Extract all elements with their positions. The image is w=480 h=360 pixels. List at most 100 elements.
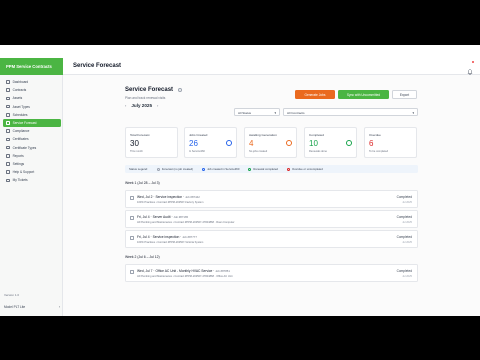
sidebar-item-reports[interactable]: Reports — [3, 152, 61, 160]
job-status: Completed — [396, 269, 412, 273]
job-checkbox[interactable] — [130, 216, 134, 220]
sync-button[interactable]: Sync with Uncommitted — [338, 90, 389, 99]
status-legend: Status Legend: Forecast (no job created)… — [125, 165, 418, 173]
sidebar-item-compliance[interactable]: Compliance — [3, 127, 61, 135]
legend-label: Forecast (no job created) — [161, 167, 194, 171]
job-status: Completed — [396, 215, 412, 219]
job-id-link[interactable]: Job #87165 — [173, 215, 188, 219]
section-title: Service Forecast — [125, 87, 174, 93]
sidebar-item-label: My Tickets — [12, 178, 28, 183]
job-title-text: Fri, Jul 4 · Server Audit — [137, 215, 171, 219]
user-name: Model PLT Lite — [4, 305, 26, 309]
job-checkbox[interactable] — [130, 270, 134, 274]
stat-label: Jobs Created — [189, 133, 208, 137]
sidebar-item-label: Settings — [12, 161, 25, 166]
export-button[interactable]: Export — [392, 90, 417, 99]
next-month-button[interactable]: › — [157, 103, 158, 108]
legend-label: Overdue or uncompleted — [292, 167, 323, 171]
sidebar-item-dashboard[interactable]: Dashboard — [3, 78, 61, 86]
section-subtitle: Plan and track renewal visits — [125, 96, 166, 100]
sidebar-item-label: Assets — [12, 96, 23, 101]
job-title: Fri, Jul 4 · Service inspection · Job #8… — [137, 235, 197, 239]
sidebar-item-settings[interactable]: Settings — [3, 160, 61, 168]
job-id-link[interactable]: Job #87777 — [182, 235, 197, 239]
app-window: PPM Service Contracts Dashboard Contract… — [0, 45, 480, 316]
sidebar-item-help[interactable]: Help & Support — [3, 168, 61, 176]
prev-month-button[interactable]: ‹ — [125, 103, 126, 108]
chevron-down-icon: ▾ — [412, 111, 414, 115]
calendar-icon — [6, 113, 10, 117]
job-status-date: Jul 2025 — [402, 241, 412, 244]
status-filter-select[interactable]: All Status ▾ — [234, 108, 280, 116]
job-title-text: Fri, Jul 4 · Service inspection — [137, 235, 180, 239]
stat-card-awaiting: Awaiting Generation 4 No jobs created — [244, 127, 297, 158]
job-row[interactable]: Fri, Jul 4 · Server Audit · Job #87165 A… — [125, 210, 418, 228]
job-row[interactable]: Wed, Jul 2 · Service inspection · Job #8… — [125, 190, 418, 208]
job-title-text: Wed, Jul 2 · Service inspection — [137, 195, 183, 199]
sidebar-item-service-forecast[interactable]: Service Forecast — [3, 118, 61, 128]
stat-value: 30 — [130, 139, 139, 148]
info-icon[interactable] — [178, 88, 182, 92]
stat-label: Total Forecast — [130, 133, 150, 137]
notification-bell-icon[interactable] — [467, 61, 474, 75]
sidebar-item-label: Certificate Types — [12, 145, 37, 150]
gear-icon — [6, 162, 10, 166]
list-icon — [6, 145, 10, 150]
sidebar-item-assets[interactable]: Assets — [3, 94, 61, 102]
job-id-link[interactable]: Job #87442 — [185, 195, 200, 199]
sidebar-item-contracts[interactable]: Contracts — [3, 86, 61, 94]
sidebar-item-certificates[interactable]: Certificates — [3, 135, 61, 143]
job-title: Wed, Jul 2 · Service inspection · Job #8… — [137, 195, 200, 199]
contract-filter-value: All Contracts — [287, 111, 305, 115]
job-checkbox[interactable] — [130, 196, 134, 200]
job-status-date: Jul 2025 — [402, 221, 412, 224]
job-details: All Plumbing and Maintenance • Contract … — [137, 221, 235, 224]
week-header: Week 1 (Jul 28 – Jul 3) — [125, 181, 160, 185]
certificate-icon — [6, 137, 10, 142]
stat-card-jobs-created: Jobs Created 26 In Service360 — [184, 127, 237, 158]
sidebar-item-label: Service Forecast — [12, 121, 37, 126]
dashboard-icon — [6, 80, 10, 84]
job-id-link[interactable]: Job #87851 — [215, 269, 230, 273]
document-icon — [6, 88, 10, 93]
generate-jobs-button[interactable]: Generate Jobs — [295, 90, 335, 99]
stat-card-overdue: Overdue 6 To be completed — [364, 127, 417, 158]
sidebar-item-schedules[interactable]: Schedules — [3, 111, 61, 119]
version-label: Version 1.0 — [4, 293, 20, 297]
legend-item: Job created in Service360 — [202, 167, 239, 171]
job-details: 100% Practices • Contract #PPM-202507-Vi… — [137, 241, 204, 244]
job-row[interactable]: Wed, Jul 7 · Office AC Unit - Monthly HV… — [125, 264, 418, 282]
legend-title: Status Legend: — [129, 167, 148, 171]
sidebar-item-label: Certificates — [12, 137, 29, 142]
stat-sub: Renewals done — [309, 150, 327, 153]
stat-label: Overdue — [369, 133, 381, 137]
user-menu[interactable]: Model PLT Lite › — [4, 305, 60, 309]
contract-filter-select[interactable]: All Contracts ▾ — [283, 108, 418, 116]
box-icon — [6, 96, 10, 101]
sidebar-item-label: Reports — [12, 153, 24, 158]
page-title: Service Forecast — [73, 63, 122, 69]
job-row[interactable]: Fri, Jul 4 · Service inspection · Job #8… — [125, 230, 418, 248]
stat-card-completed: Completed 10 Renewals done — [304, 127, 357, 158]
sidebar-item-label: Compliance — [12, 129, 30, 134]
top-header: Service Forecast — [63, 58, 480, 75]
sidebar-item-asset-types[interactable]: Asset Types — [3, 103, 61, 111]
sidebar-item-label: Contracts — [12, 88, 27, 93]
stat-sub: No jobs created — [249, 150, 268, 153]
legend-swatch — [202, 167, 206, 171]
legend-item: Forecast (no job created) — [156, 167, 194, 171]
ticket-icon — [6, 178, 10, 183]
stat-value: 4 — [249, 139, 254, 148]
sidebar-item-certificate-types[interactable]: Certificate Types — [3, 144, 61, 152]
report-icon — [6, 153, 10, 158]
job-checkbox[interactable] — [130, 236, 134, 240]
sidebar-item-label: Help & Support — [12, 170, 35, 175]
job-title-text: Wed, Jul 7 · Office AC Unit - Monthly HV… — [137, 269, 213, 273]
help-icon — [6, 170, 10, 174]
sidebar-item-my-tickets[interactable]: My Tickets — [3, 176, 61, 184]
shield-icon — [6, 129, 10, 134]
sidebar-item-label: Asset Types — [12, 104, 30, 109]
stat-sub: To be completed — [369, 150, 389, 153]
clock-icon — [286, 140, 292, 146]
job-title: Wed, Jul 7 · Office AC Unit - Monthly HV… — [137, 269, 230, 273]
